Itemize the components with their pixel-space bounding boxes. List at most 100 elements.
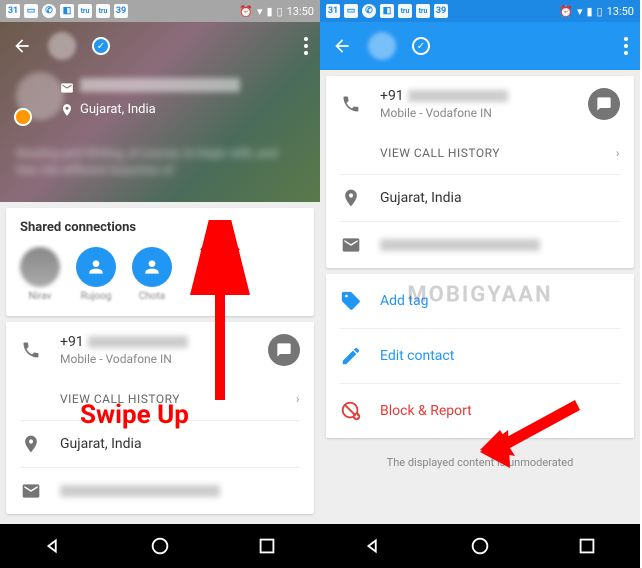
block-report-row[interactable]: Block & Report (326, 384, 634, 438)
email-blurred (380, 239, 540, 251)
email-row[interactable] (326, 222, 634, 268)
clock-text: 13:50 (287, 5, 314, 18)
edit-contact-label: Edit contact (380, 348, 454, 364)
chevron-right-icon: › (296, 392, 300, 406)
nav-bar (0, 524, 320, 568)
chevron-right-icon: › (616, 146, 620, 160)
nav-back-icon[interactable] (42, 535, 64, 557)
alarm-icon: ⏰ (239, 5, 253, 18)
person-icon (132, 247, 172, 287)
email-blurred (60, 485, 220, 497)
block-icon (340, 400, 362, 422)
back-icon[interactable] (332, 36, 352, 56)
header-avatar (48, 32, 76, 60)
screen-left: 31 ▭ ✆ ◧ tru tru 39 ⏰ ▾ ▮ ▯ 13:50 ✓ (0, 0, 320, 568)
header-avatar (368, 32, 396, 60)
location-row[interactable]: Gujarat, India (6, 421, 314, 467)
battery-icon: ▯ (277, 5, 283, 18)
notif-count-icon: 39 (434, 4, 448, 18)
header: ✓ (320, 22, 640, 70)
contact-details-card: +91 Mobile - Vodafone IN VIEW CALL HISTO… (326, 76, 634, 268)
status-bar: 31 ▭ ✆ ◧ tru tru 39 ⏰ ▾ ▮ ▯ 13:50 (320, 0, 640, 22)
true-icon: tru (398, 4, 412, 18)
more-icon[interactable] (624, 37, 628, 55)
phone-carrier: Mobile - Vodafone IN (380, 106, 570, 120)
sms-button[interactable] (268, 334, 300, 366)
person-icon (76, 247, 116, 287)
clock-text: 13:50 (607, 5, 634, 18)
verified-icon: ✓ (412, 37, 430, 55)
back-icon[interactable] (12, 36, 32, 56)
add-tag-row[interactable]: Add tag (326, 274, 634, 328)
email-row[interactable] (6, 468, 314, 514)
view-call-history[interactable]: VIEW CALL HISTORY › (6, 378, 314, 420)
phone-icon (340, 93, 362, 115)
phone-row[interactable]: +91 Mobile - Vodafone IN (326, 76, 634, 132)
phone-prefix: +91 (60, 334, 84, 350)
true-icon-2: tru (96, 4, 110, 18)
add-tag-label: Add tag (380, 293, 428, 309)
signal-icon: ▮ (266, 5, 272, 18)
content-area: +91 Mobile - Vodafone IN VIEW CALL HISTO… (320, 70, 640, 524)
contact-name-blurred (80, 78, 240, 92)
nav-recent-icon[interactable] (256, 535, 278, 557)
nav-recent-icon[interactable] (576, 535, 598, 557)
more-icon[interactable] (304, 37, 308, 55)
whatsapp-icon: ✆ (42, 4, 56, 18)
content-area: Shared connections Nirav Rujoog Chota +9… (0, 202, 320, 524)
gallery-icon: ◧ (60, 4, 74, 18)
verified-icon: ✓ (92, 37, 110, 55)
true-icon-2: tru (416, 4, 430, 18)
phone-number-blurred (88, 336, 188, 348)
phone-prefix: +91 (380, 88, 404, 104)
pin-icon (20, 433, 42, 455)
wifi-icon: ▾ (577, 5, 583, 18)
connection-item[interactable]: Nirav (20, 247, 60, 302)
connection-item[interactable]: Rujoog (76, 247, 116, 302)
location-row[interactable]: Gujarat, India (326, 175, 634, 221)
location-text: Gujarat, India (380, 190, 620, 206)
nav-bar (320, 524, 640, 568)
actions-card: Add tag Edit contact Block & Report (326, 274, 634, 438)
screen-right: 31 ▭ ✆ ◧ tru tru 39 ⏰ ▾ ▮ ▯ 13:50 ✓ +91 (320, 0, 640, 568)
person-icon (20, 247, 60, 287)
nav-home-icon[interactable] (149, 535, 171, 557)
nav-back-icon[interactable] (362, 535, 384, 557)
sms-button[interactable] (588, 88, 620, 120)
contact-bio-blurred: Reading and Writing, of course, to begin… (0, 145, 320, 179)
whatsapp-icon: ✆ (362, 4, 376, 18)
connection-item[interactable]: Chota (132, 247, 172, 302)
tag-icon (340, 290, 362, 312)
signal-icon: ▮ (586, 5, 592, 18)
phone-carrier: Mobile - Vodafone IN (60, 352, 250, 366)
status-bar: 31 ▭ ✆ ◧ tru tru 39 ⏰ ▾ ▮ ▯ 13:50 (0, 0, 320, 22)
alarm-icon: ⏰ (559, 5, 573, 18)
true-icon: tru (78, 4, 92, 18)
battery-icon: ▯ (597, 5, 603, 18)
phone-number-blurred (408, 90, 508, 102)
pin-icon (340, 187, 362, 209)
app-icon: ▭ (344, 4, 358, 18)
calendar-icon: 31 (6, 4, 20, 18)
mail-icon (340, 234, 362, 256)
header: ✓ (0, 22, 320, 70)
edit-contact-row[interactable]: Edit contact (326, 329, 634, 383)
edit-icon (340, 345, 362, 367)
mail-icon (20, 480, 42, 502)
contact-details-card: +91 Mobile - Vodafone IN VIEW CALL HISTO… (6, 322, 314, 514)
gallery-icon: ◧ (380, 4, 394, 18)
contact-location: Gujarat, India (80, 102, 156, 117)
unmoderated-note: The displayed content is unmoderated (326, 444, 634, 481)
notif-count-icon: 39 (114, 4, 128, 18)
block-report-label: Block & Report (380, 403, 472, 419)
app-icon: ▭ (24, 4, 38, 18)
location-text: Gujarat, India (60, 436, 300, 452)
calendar-icon: 31 (326, 4, 340, 18)
wifi-icon: ▾ (257, 5, 263, 18)
shared-connections-title: Shared connections (6, 208, 314, 243)
phone-row[interactable]: +91 Mobile - Vodafone IN (6, 322, 314, 378)
premium-badge-icon (14, 108, 32, 126)
nav-home-icon[interactable] (469, 535, 491, 557)
phone-icon (20, 339, 42, 361)
view-call-history[interactable]: VIEW CALL HISTORY › (326, 132, 634, 174)
